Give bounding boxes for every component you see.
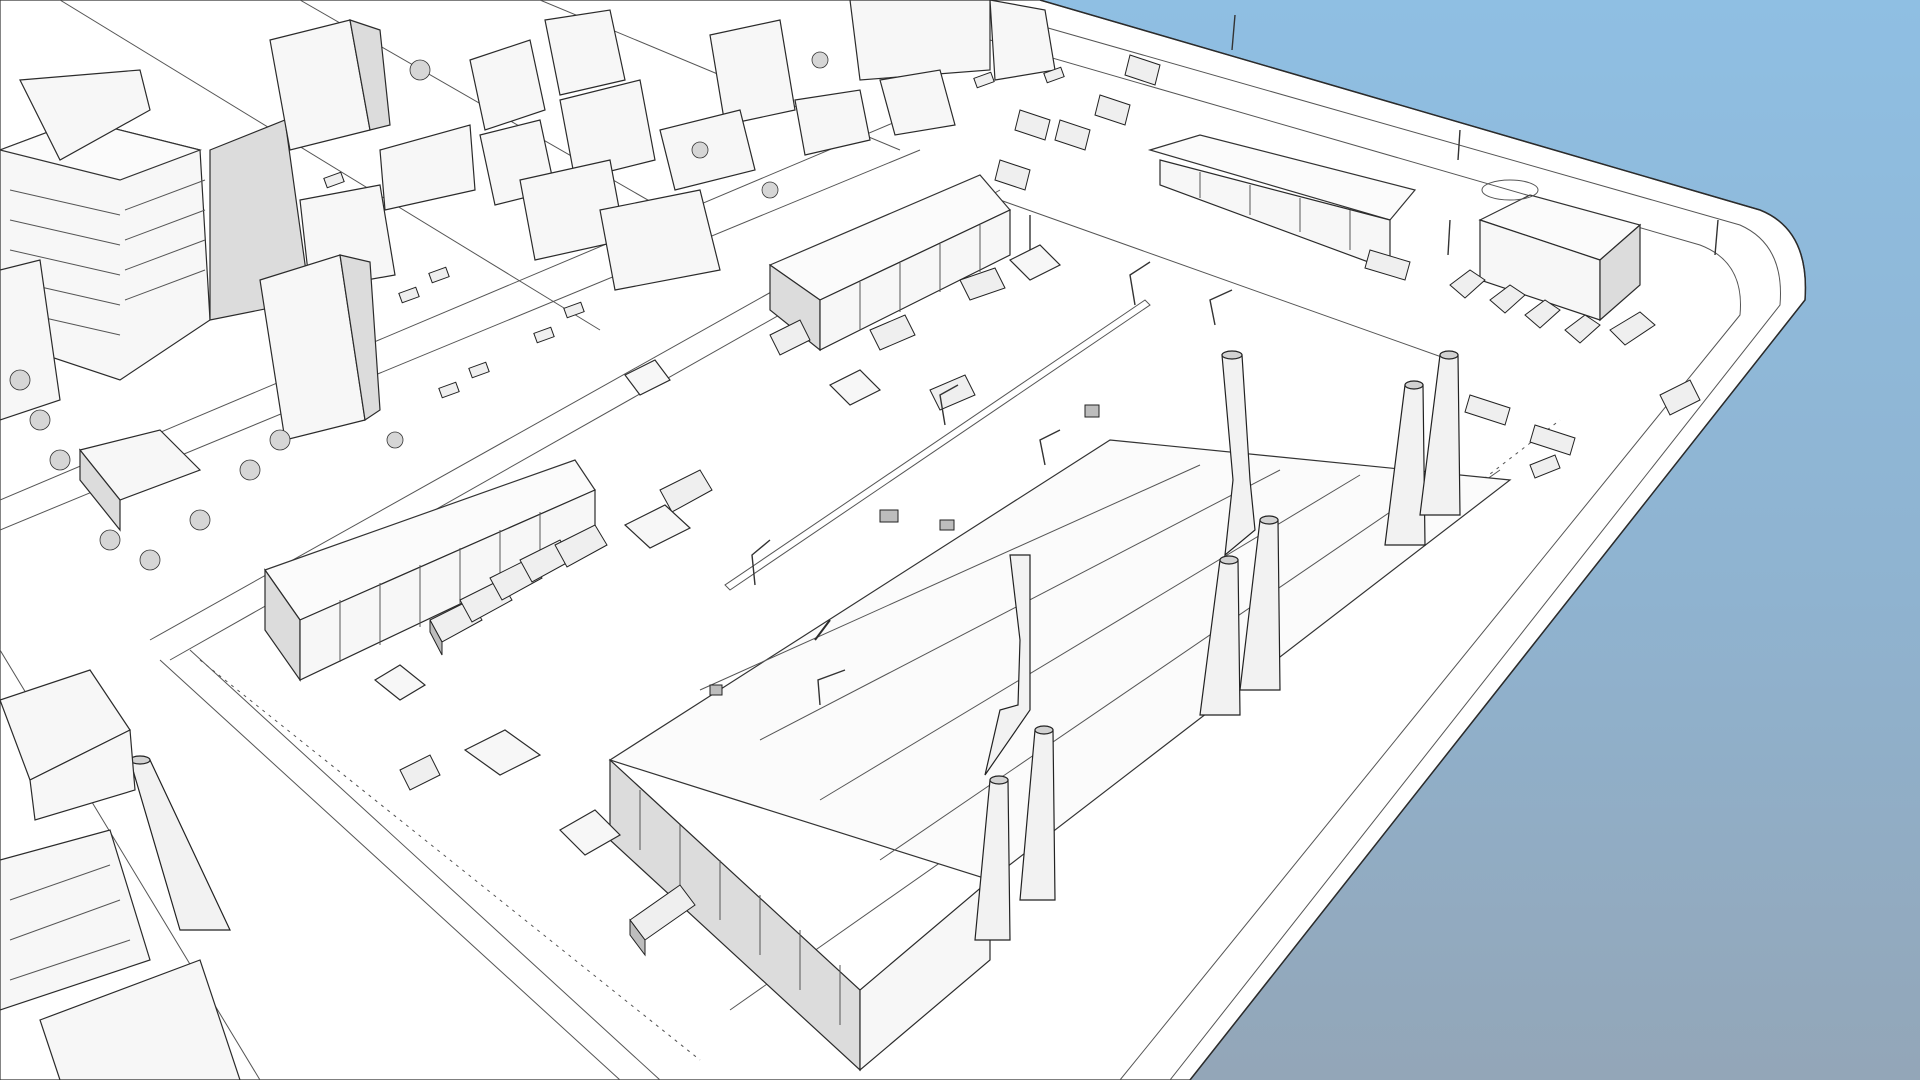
city-scene[interactable] [0,0,1920,1080]
tree-icon [239,459,261,481]
tree-icon [761,181,779,199]
tree-icon [9,369,31,391]
tree-icon [269,429,291,451]
tree-icon [386,431,404,449]
game-viewport[interactable] [0,0,1920,1080]
tree-icon [189,509,211,531]
tree-icon [139,549,161,571]
tree-icon [49,449,71,471]
tree-icon [99,529,121,551]
tree-icon [409,59,431,81]
tree-icon [29,409,51,431]
tree-icon [811,51,829,69]
streetlight-icon [1231,14,1236,51]
tree-icon [691,141,709,159]
